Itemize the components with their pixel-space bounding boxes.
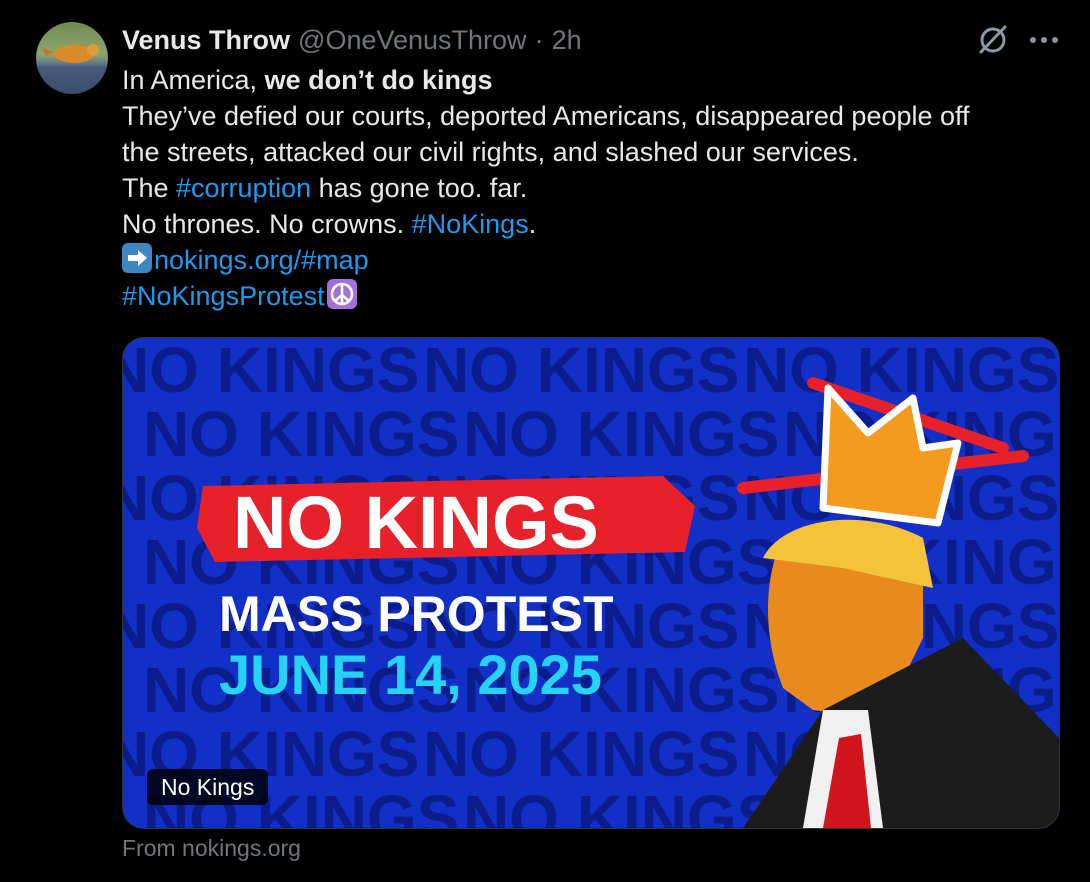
tweet-line-4: The #corruption has gone too. far. xyxy=(122,170,1062,206)
card-badge: No Kings xyxy=(147,769,269,805)
card-headline: NO KINGS xyxy=(233,481,599,564)
text-segment: In America, xyxy=(122,65,265,95)
tweet-line-7: #NoKingsProtest xyxy=(122,278,1062,314)
tweet-line-6: nokings.org/#map xyxy=(122,242,1062,278)
author-display-name[interactable]: Venus Throw xyxy=(122,25,290,56)
link-preview-card[interactable]: NO KINGS NO KINGS NO KINGS NO KINGS NO KINGS… xyxy=(122,337,1060,829)
background-word: NO KINGS xyxy=(423,718,739,790)
text-segment: . xyxy=(528,209,537,239)
background-word: NO KINGS xyxy=(463,398,779,470)
more-dots-icon[interactable] xyxy=(1026,22,1062,56)
tweet[interactable]: Venus Throw @OneVenusThrow · 2h In Ameri… xyxy=(0,0,1090,882)
right-arrow-emoji-icon xyxy=(122,243,152,273)
header-separator: · xyxy=(534,24,544,55)
tweet-line-2: They’ve defied our courts, deported Amer… xyxy=(122,101,970,131)
hashtag-nokingsprotest[interactable]: #NoKingsProtest xyxy=(122,281,325,311)
peace-symbol-emoji-icon xyxy=(326,279,357,309)
tweet-header: Venus Throw @OneVenusThrow · 2h xyxy=(122,22,582,58)
card-subhead: MASS PROTEST xyxy=(219,586,613,642)
background-word: NO KINGS xyxy=(463,782,779,828)
text-segment: No thrones. No crowns. xyxy=(122,209,412,239)
tweet-line-5: No thrones. No crowns. #NoKings. xyxy=(122,206,1062,242)
nokings-map-link[interactable]: nokings.org/#map xyxy=(154,245,369,275)
author-handle[interactable]: @OneVenusThrow xyxy=(298,25,527,56)
card-image: NO KINGS NO KINGS NO KINGSNO KINGS NO KINGS… xyxy=(123,338,1059,828)
tweet-line-1: In America, we don’t do kings xyxy=(122,62,1062,98)
card-source[interactable]: From nokings.org xyxy=(122,835,301,862)
tweet-timestamp[interactable]: 2h xyxy=(552,25,582,56)
hashtag-corruption[interactable]: #corruption xyxy=(176,173,311,203)
text-segment: The xyxy=(122,173,177,203)
background-word: NO KINGS xyxy=(123,338,419,406)
background-word: NO KINGS xyxy=(423,338,739,406)
grok-icon[interactable] xyxy=(976,22,1010,56)
bold-text: we don’t do kings xyxy=(264,65,493,95)
avatar-fox-image xyxy=(36,44,108,94)
avatar[interactable] xyxy=(36,22,108,94)
card-date: JUNE 14, 2025 xyxy=(219,643,602,706)
text-segment: has gone too. far. xyxy=(311,173,528,203)
tweet-text: In America, we don’t do kings They’ve de… xyxy=(122,62,1062,314)
background-word: NO KINGS xyxy=(143,398,459,470)
tweet-line-3: the streets, attacked our civil rights, … xyxy=(122,137,859,167)
hashtag-nokings[interactable]: #NoKings xyxy=(412,209,529,239)
background-word: NO KINGS xyxy=(743,338,1059,406)
